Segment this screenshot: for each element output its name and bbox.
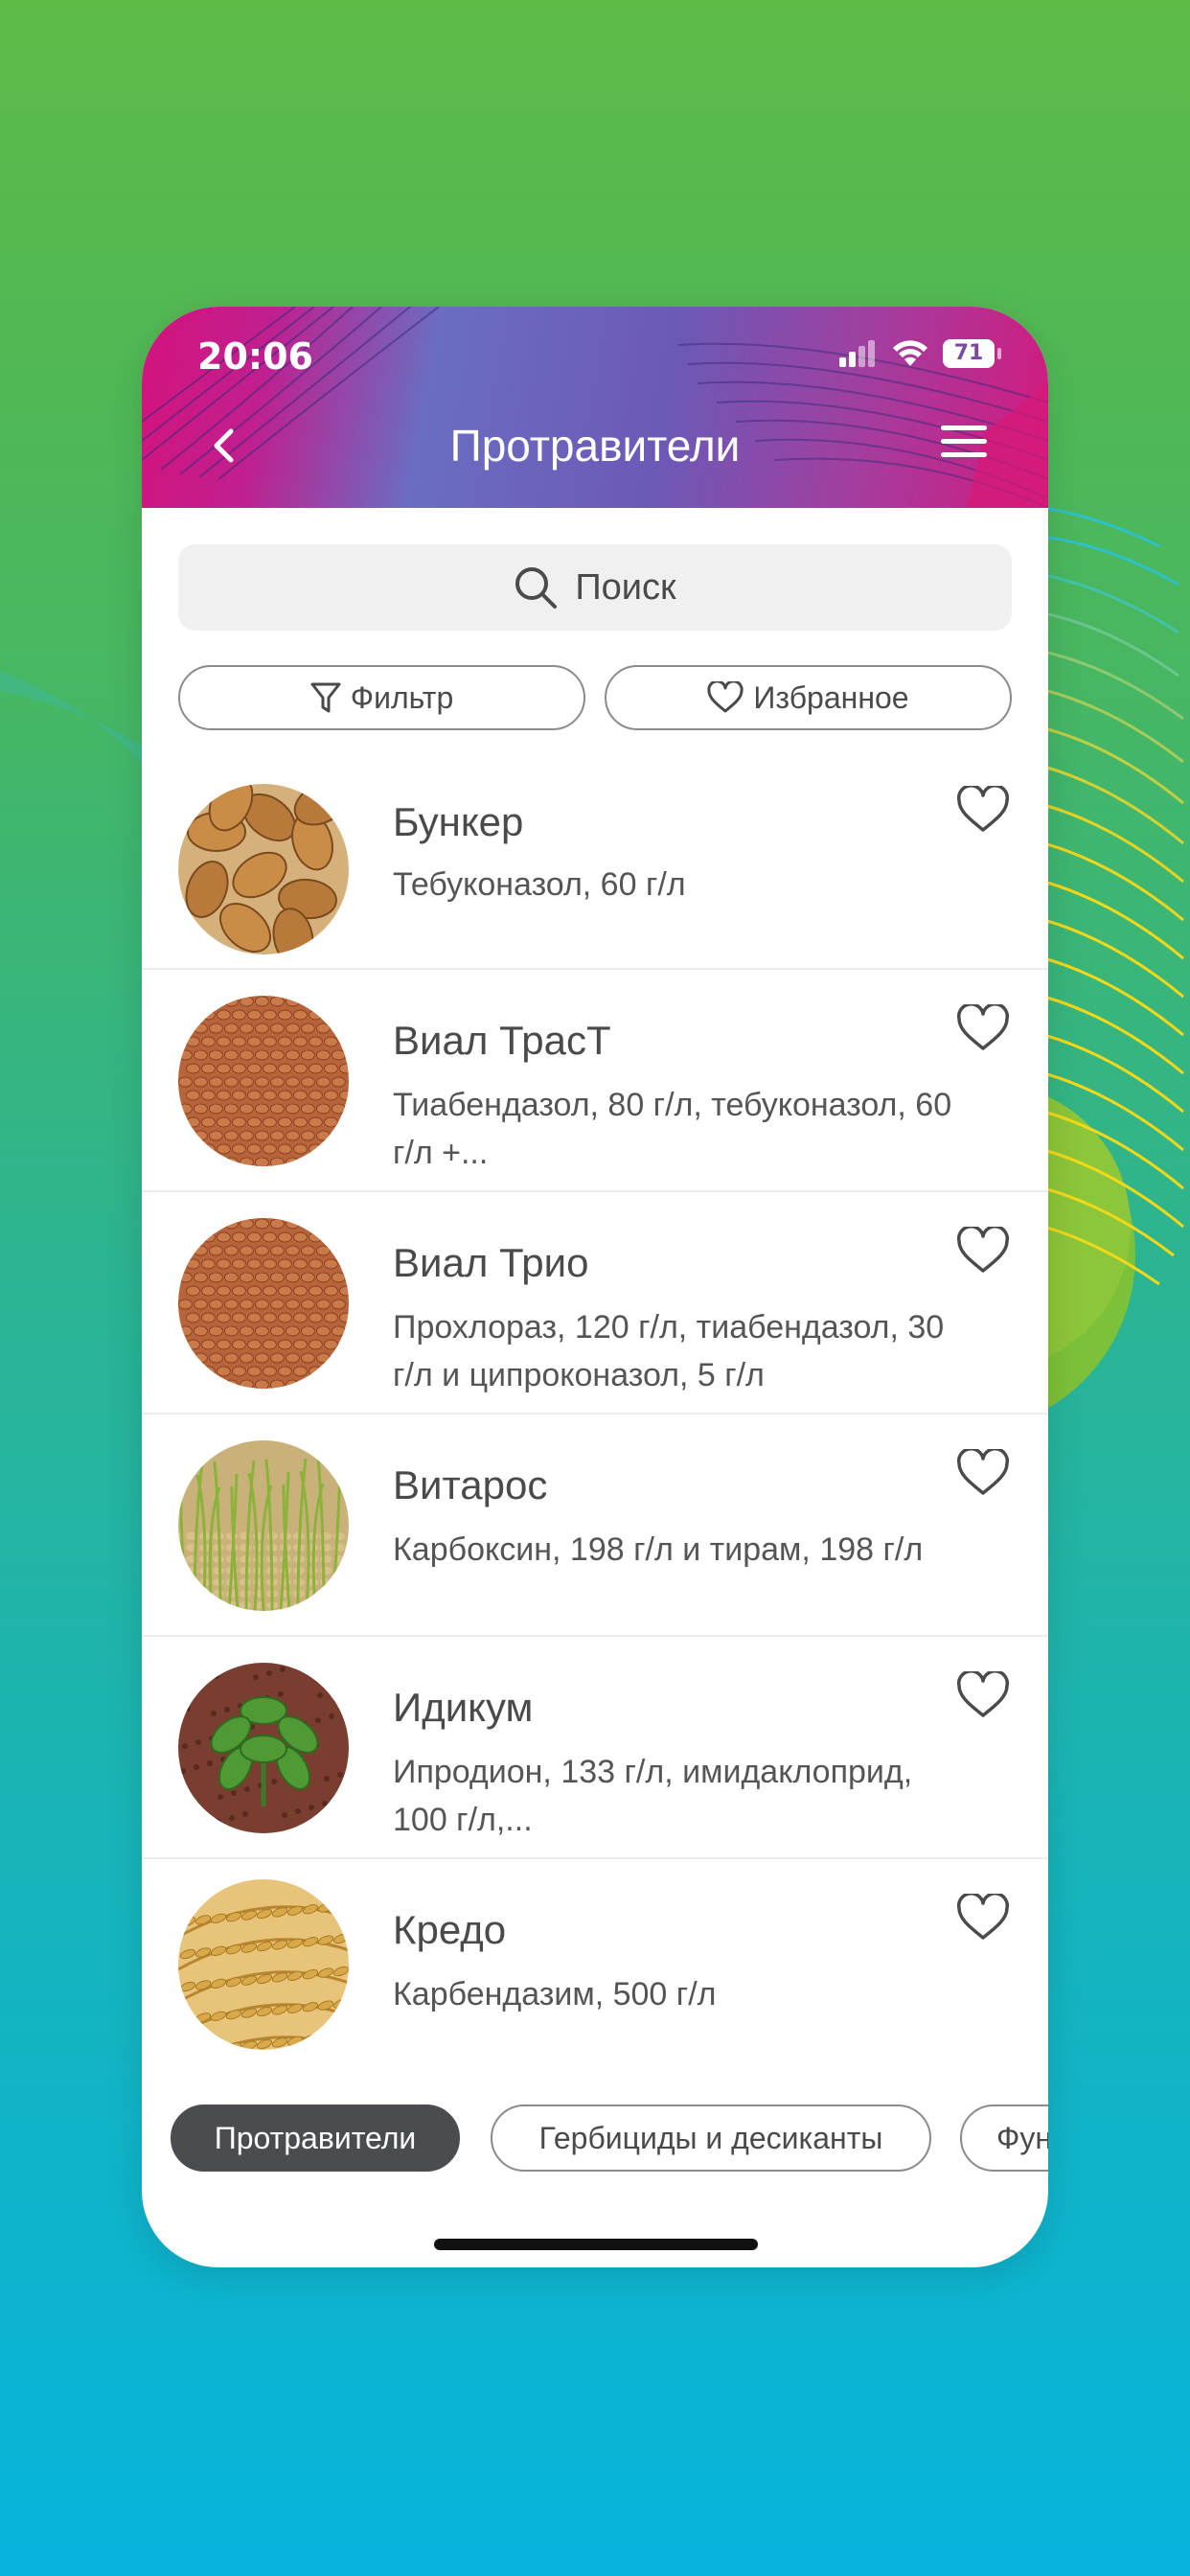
product-description: Карбоксин, 198 г/л и тирам, 198 г/л [393, 1531, 924, 1568]
app-header: 20:06 71 Протравители [142, 307, 1048, 508]
page-title: Протравители [449, 421, 741, 471]
product-item[interactable]: Бункер Тебуконазол, 60 г/л [142, 757, 1048, 970]
cellular-signal-icon [839, 340, 875, 367]
favorites-label: Избранное [753, 679, 909, 715]
hamburger-icon [941, 426, 987, 430]
product-item[interactable]: Виал Трио Прохлораз, 120 г/л, тиабендазол… [142, 1192, 1048, 1414]
product-description: Карбендазим, 500 г/л [393, 1976, 717, 2012]
menu-button[interactable] [941, 426, 987, 464]
battery-indicator: 71 [943, 339, 1001, 368]
product-name: Идикум [393, 1685, 534, 1730]
status-time: 20:06 [197, 335, 313, 378]
product-description: Тебуконазол, 60 г/л [393, 866, 686, 903]
search-placeholder: Поиск [575, 566, 676, 608]
heart-icon [707, 681, 744, 713]
product-item[interactable]: Витарос Карбоксин, 198 г/л и тирам, 198 г… [142, 1414, 1048, 1637]
product-item[interactable]: Идикум Ипродион, 133 г/л, имидаклоприд, 1… [142, 1637, 1048, 1859]
category-tab[interactable]: Фун [960, 2104, 1048, 2172]
phone-screen: 20:06 71 Протравители Поиск Фильтр Избра… [142, 307, 1048, 2267]
filter-button[interactable]: Фильтр [178, 665, 585, 730]
product-list: Бункер Тебуконазол, 60 г/л Виал ТрасТ Тиабе… [142, 757, 1048, 2070]
product-description: Ипродион, 133 г/л, имидаклоприд, 100 г/л… [393, 1754, 913, 1838]
product-name: Виал Трио [393, 1240, 589, 1285]
favorites-button[interactable]: Избранное [605, 665, 1012, 730]
product-image [178, 1879, 349, 2050]
favorite-button[interactable] [956, 1002, 1010, 1052]
funnel-icon [310, 682, 341, 713]
wifi-icon [893, 340, 927, 366]
product-name: Виал ТрасТ [393, 1018, 611, 1063]
product-image [178, 996, 349, 1166]
heart-icon [957, 1002, 1009, 1050]
product-image [178, 784, 349, 954]
favorite-button[interactable] [956, 1669, 1010, 1719]
heart-icon [957, 1669, 1009, 1717]
search-icon [515, 567, 558, 609]
status-icons: 71 [839, 339, 1001, 368]
favorite-button[interactable] [956, 1447, 1010, 1497]
product-name: Кредо [393, 1907, 507, 1952]
filter-row: Фильтр Избранное [178, 665, 1012, 734]
category-tab[interactable]: Протравители [171, 2104, 460, 2172]
category-tabs: Протравители Гербициды и десиканты Фун [142, 2104, 1048, 2181]
heart-icon [957, 784, 1009, 832]
product-item[interactable]: Виал ТрасТ Тиабендазол, 80 г/л, тебуконаз… [142, 970, 1048, 1192]
product-description: Прохлораз, 120 г/л, тиабендазол, 30 г/л … [393, 1309, 945, 1393]
favorite-button[interactable] [956, 784, 1010, 834]
product-name: Бункер [393, 799, 524, 844]
heart-icon [957, 1447, 1009, 1495]
favorite-button[interactable] [956, 1892, 1010, 1942]
search-field[interactable]: Поиск [178, 544, 1012, 631]
filter-label: Фильтр [350, 679, 454, 715]
product-item[interactable]: Кредо Карбендазим, 500 г/л [142, 1859, 1048, 2070]
category-tab[interactable]: Гербициды и десиканты [491, 2104, 931, 2172]
heart-icon [957, 1892, 1009, 1940]
heart-icon [957, 1225, 1009, 1273]
product-image [178, 1663, 349, 1833]
product-image [178, 1218, 349, 1389]
favorite-button[interactable] [956, 1225, 1010, 1275]
product-image [178, 1440, 349, 1611]
home-indicator[interactable] [434, 2239, 758, 2250]
product-description: Тиабендазол, 80 г/л, тебуконазол, 60 г/л… [393, 1087, 952, 1171]
product-name: Витарос [393, 1462, 548, 1507]
